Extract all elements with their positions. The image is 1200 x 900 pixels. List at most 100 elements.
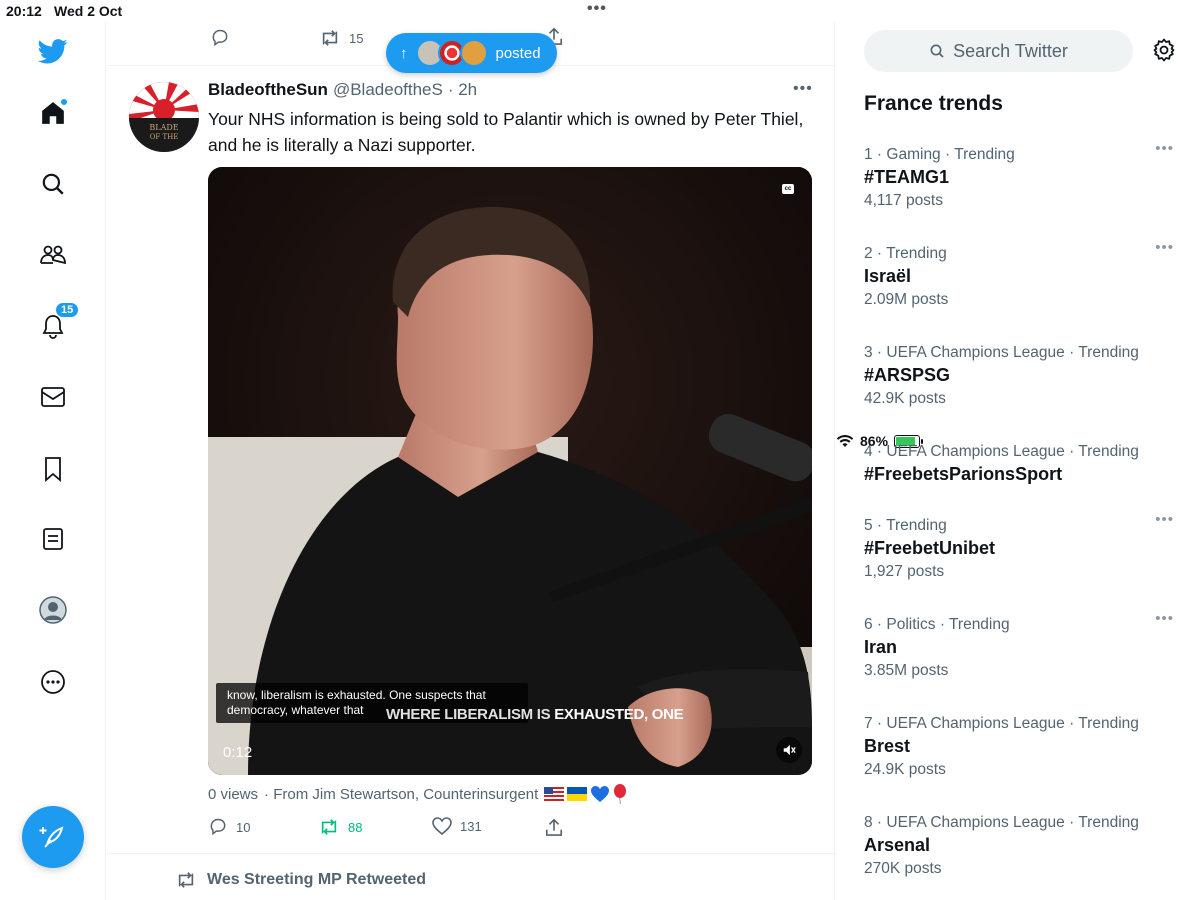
us-flag-icon <box>544 787 565 801</box>
trend-item[interactable]: 3 · UEFA Champions League · Trending #AR… <box>864 344 1184 408</box>
trend-posts: 3.85M posts <box>864 662 949 679</box>
tweet-views-attribution: 0 views · From Jim Stewartson, Counterin… <box>208 784 627 804</box>
reply-icon <box>212 29 228 47</box>
trend-name: #TEAMG1 <box>864 167 950 187</box>
trend-name: Israël <box>864 266 912 286</box>
share-button[interactable] <box>545 817 563 837</box>
home-unread-dot <box>60 98 68 106</box>
reply-button[interactable] <box>210 28 230 48</box>
trend-name: Iran <box>864 637 898 657</box>
trend-name: Brest <box>864 736 911 756</box>
compose-feather-icon <box>39 826 64 848</box>
author-name[interactable]: BladeoftheSun <box>208 80 328 100</box>
arrow-up-icon: ↑ <box>400 44 408 62</box>
messages-envelope-icon[interactable] <box>36 380 70 414</box>
more-options-icon[interactable] <box>36 665 70 699</box>
multitasking-dots-icon[interactable]: ••• <box>587 0 607 18</box>
communities-icon[interactable] <box>36 238 70 272</box>
trend-item[interactable]: 8 · UEFA Champions League · Trending Ars… <box>864 814 1184 878</box>
video-timecode: 0:12 <box>223 744 253 761</box>
attribution-emojis <box>544 784 627 804</box>
trend-context: 5 · Trending <box>864 517 947 534</box>
new-posts-avatars <box>415 39 488 67</box>
trend-context: 2 · Trending <box>864 245 947 262</box>
notifications-badge: 15 <box>55 302 80 318</box>
trend-name: #FreebetsParionsSport <box>864 464 1063 484</box>
trend-context: 3 · UEFA Champions League · Trending <box>864 344 1139 361</box>
profile-avatar-icon[interactable] <box>36 593 70 627</box>
svg-text:BLADE: BLADE <box>149 123 178 132</box>
lists-icon[interactable] <box>36 522 70 556</box>
right-sidebar: Search Twitter France trends 1 · Gaming … <box>836 22 1200 900</box>
retweet-button[interactable]: 15 <box>319 28 363 48</box>
retweet-count: 88 <box>348 819 363 835</box>
explore-search-icon[interactable] <box>36 167 70 201</box>
video-attribution[interactable]: · From Jim Stewartson, Counterinsurgent <box>264 786 538 803</box>
new-posts-pill[interactable]: ↑ posted <box>386 33 557 73</box>
trend-context: 1 · Gaming · Trending <box>864 146 1015 163</box>
trend-posts: 2.09M posts <box>864 291 949 308</box>
notifications-bell-icon[interactable]: 15 <box>36 302 80 344</box>
trend-name: Arsenal <box>864 835 931 855</box>
retweet-icon <box>322 30 338 46</box>
trend-posts: 1,927 posts <box>864 563 945 580</box>
trend-context: 8 · UEFA Champions League · Trending <box>864 814 1139 831</box>
retweet-icon <box>178 872 194 888</box>
reply-count: 10 <box>236 819 251 835</box>
retweeted-by-label: Wes Streeting MP Retweeted <box>207 871 427 888</box>
trend-context: 7 · UEFA Champions League · Trending <box>864 715 1139 732</box>
bookmarks-icon[interactable] <box>36 452 70 486</box>
svg-text:OF THE: OF THE <box>150 133 179 141</box>
trend-more-icon[interactable]: ••• <box>1155 140 1174 157</box>
like-count: 131 <box>460 818 482 834</box>
share-icon <box>545 818 563 836</box>
video-player[interactable]: cc know, liberalism is exhausted. One su… <box>208 167 812 775</box>
reply-button[interactable]: 10 <box>208 817 250 837</box>
status-date: Wed 2 Oct <box>54 3 123 19</box>
tweet-text: Your NHS information is being sold to Pa… <box>208 109 804 155</box>
trend-more-icon[interactable]: ••• <box>1155 610 1174 627</box>
trend-more-icon[interactable]: ••• <box>1155 239 1174 256</box>
trend-item[interactable]: 1 · Gaming · Trending #TEAMG1 4,117 post… <box>864 140 1184 210</box>
speaker-muted-icon <box>783 744 796 756</box>
ukraine-flag-icon <box>567 787 588 801</box>
closed-captions-button[interactable]: cc <box>782 184 794 194</box>
search-placeholder: Search Twitter <box>953 40 1068 61</box>
trend-item[interactable]: 2 · Trending Israël 2.09M posts ••• <box>864 239 1184 309</box>
status-bar: 20:12 Wed 2 Oct ••• 86% <box>0 0 1200 449</box>
mute-button[interactable] <box>776 737 802 763</box>
trend-posts: 4,117 posts <box>864 192 943 209</box>
trend-context: 4 · UEFA Champions League · Trending <box>864 443 1139 460</box>
retweeted-context[interactable]: Wes Streeting MP Retweeted <box>175 870 426 890</box>
avatar <box>459 39 488 67</box>
like-button[interactable]: 131 <box>432 817 482 835</box>
author-handle[interactable]: @BladeoftheS <box>333 80 443 100</box>
new-posts-label: posted <box>495 44 541 62</box>
trend-item[interactable]: 6 · Politics · Trending Iran 3.85M posts… <box>864 610 1184 680</box>
tweet-more-icon[interactable]: ••• <box>793 80 813 98</box>
trend-item[interactable]: 7 · UEFA Champions League · Trending Bre… <box>864 715 1184 779</box>
heart-icon <box>432 817 452 835</box>
tweet-header: BladeoftheSun @BladeoftheS · 2h <box>208 80 477 100</box>
retweet-icon <box>321 819 337 835</box>
trend-item[interactable]: 5 · Trending #FreebetUnibet 1,927 posts … <box>864 511 1184 581</box>
blue-heart-icon <box>591 786 610 802</box>
tweet[interactable]: BLADE OF THE BladeoftheSun @BladeoftheS … <box>107 66 834 854</box>
trend-more-icon[interactable]: ••• <box>1155 511 1174 528</box>
trend-name: #ARSPSG <box>864 365 951 385</box>
trend-posts: 24.9K posts <box>864 761 946 778</box>
tweet-time[interactable]: · 2h <box>448 80 477 100</box>
status-time: 20:12 <box>6 3 42 19</box>
twitter-logo-icon[interactable] <box>36 34 70 68</box>
trend-item[interactable]: 4 · UEFA Champions League · Trending #Fr… <box>864 443 1184 485</box>
settings-gear-icon[interactable] <box>1152 38 1176 67</box>
compose-tweet-button[interactable] <box>22 806 84 868</box>
views-count: 0 views <box>208 785 259 803</box>
trend-posts: 270K posts <box>864 860 942 877</box>
search-icon <box>930 44 944 58</box>
author-avatar[interactable]: BLADE OF THE <box>129 82 199 152</box>
home-icon[interactable] <box>36 96 70 130</box>
trend-name: #FreebetUnibet <box>864 538 996 558</box>
search-input[interactable]: Search Twitter <box>864 30 1133 72</box>
retweet-button[interactable]: 88 <box>318 817 362 837</box>
